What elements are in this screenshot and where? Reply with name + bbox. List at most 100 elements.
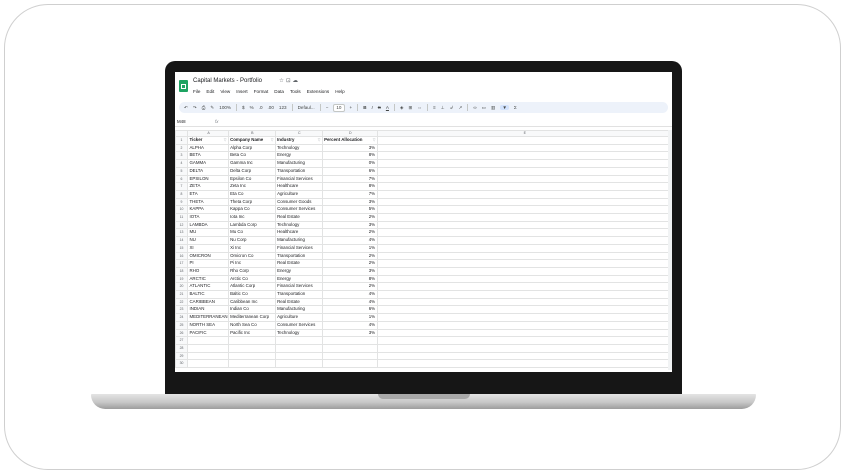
cell[interactable]: Financial Services: [274, 174, 323, 184]
cell[interactable]: Nu Corp: [227, 236, 276, 245]
cell[interactable]: Kappa Co: [227, 205, 276, 215]
cell[interactable]: ALPHA: [187, 143, 229, 153]
menu-view[interactable]: View: [220, 89, 230, 94]
filter-dropdown-icon[interactable]: ▽: [271, 137, 274, 143]
decimal-decrease-button[interactable]: .0: [259, 105, 263, 110]
cell[interactable]: [376, 251, 672, 261]
cell[interactable]: Technology: [274, 143, 323, 153]
cell[interactable]: 3%: [321, 266, 378, 276]
row-number[interactable]: 16: [175, 251, 188, 261]
cell[interactable]: 8%: [321, 274, 378, 284]
row-number[interactable]: 17: [175, 259, 188, 268]
cell[interactable]: [376, 282, 672, 292]
cell[interactable]: IOTA: [187, 213, 229, 222]
cell[interactable]: Real Estate: [274, 259, 323, 268]
menu-extensions[interactable]: Extensions: [307, 89, 329, 94]
fill-color-icon[interactable]: ◈: [400, 105, 404, 111]
row-number[interactable]: 26: [175, 328, 188, 338]
cell[interactable]: [376, 274, 672, 284]
cell[interactable]: [376, 320, 672, 330]
cell[interactable]: [376, 328, 672, 338]
cell[interactable]: 3%: [321, 197, 378, 207]
cell[interactable]: Lambda Corp: [227, 220, 276, 230]
cell[interactable]: Alpha Corp: [227, 143, 276, 153]
cell[interactable]: Iota Inc: [227, 213, 276, 222]
document-title[interactable]: Capital Markets - Portfolio: [193, 78, 262, 84]
cell[interactable]: Pi Inc: [227, 259, 276, 268]
cell[interactable]: [376, 159, 672, 168]
cell[interactable]: NU: [187, 236, 229, 245]
cell[interactable]: [376, 344, 672, 353]
cell[interactable]: THETA: [187, 197, 229, 207]
cell[interactable]: North Sea Co: [227, 320, 276, 330]
sheets-logo-icon[interactable]: [179, 80, 188, 92]
filter-dropdown-icon[interactable]: ▽: [224, 137, 227, 143]
cell[interactable]: BALTIC: [187, 290, 229, 299]
cell[interactable]: Rho Corp: [227, 266, 276, 276]
cell[interactable]: [376, 351, 672, 361]
menu-edit[interactable]: Edit: [206, 89, 214, 94]
cell[interactable]: 1%: [321, 313, 378, 322]
row-number[interactable]: 28: [175, 344, 188, 353]
menu-data[interactable]: Data: [274, 89, 284, 94]
cell[interactable]: 2%: [321, 259, 378, 268]
cell[interactable]: Arctic Co: [227, 274, 276, 284]
row-number[interactable]: 4: [175, 159, 188, 168]
row-number[interactable]: 22: [175, 297, 188, 307]
cell[interactable]: Gamma Inc: [227, 159, 276, 168]
cell[interactable]: 2%: [321, 213, 378, 222]
row-number[interactable]: 25: [175, 320, 188, 330]
cell[interactable]: ZETA: [187, 182, 229, 191]
cell[interactable]: Mu Co: [227, 228, 276, 238]
cell[interactable]: KAPPA: [187, 205, 229, 215]
row-number[interactable]: 10: [175, 205, 188, 215]
cell[interactable]: [376, 182, 672, 191]
zoom-select[interactable]: 100%: [219, 105, 231, 110]
cell[interactable]: Consumer Goods: [274, 197, 323, 207]
cell[interactable]: [376, 243, 672, 253]
print-icon[interactable]: ⎙: [202, 105, 206, 110]
cell[interactable]: Theta Corp: [227, 197, 276, 207]
cell[interactable]: ATLANTIC: [187, 282, 229, 292]
cell[interactable]: 1%: [321, 243, 378, 253]
cell[interactable]: Beta Co: [227, 151, 276, 161]
cell[interactable]: Manufacturing: [274, 159, 323, 168]
cell[interactable]: [376, 189, 672, 199]
cell[interactable]: [376, 143, 672, 153]
number-format-button[interactable]: 123: [279, 105, 287, 110]
cell[interactable]: 4%: [321, 236, 378, 245]
font-size-increase-icon[interactable]: +: [350, 105, 353, 110]
cell[interactable]: Technology: [274, 328, 323, 338]
cell[interactable]: [187, 351, 229, 361]
cell[interactable]: Eta Co: [227, 189, 276, 199]
cell[interactable]: [227, 344, 276, 353]
row-number[interactable]: 3: [175, 151, 188, 161]
cell[interactable]: [376, 359, 672, 369]
cell[interactable]: MU: [187, 228, 229, 238]
cell[interactable]: Percent Allocation ▽: [321, 136, 378, 145]
cell[interactable]: 2%: [321, 282, 378, 292]
cell[interactable]: Consumer Services: [274, 205, 323, 215]
cell[interactable]: [227, 359, 276, 369]
cell[interactable]: [376, 266, 672, 276]
menu-insert[interactable]: Insert: [236, 89, 248, 94]
cell[interactable]: [274, 359, 323, 369]
cell[interactable]: Agriculture: [274, 313, 323, 322]
row-number[interactable]: 18: [175, 266, 188, 276]
cell[interactable]: [376, 236, 672, 245]
row-number[interactable]: 19: [175, 274, 188, 284]
row-number[interactable]: 5: [175, 166, 188, 176]
cell[interactable]: [376, 174, 672, 184]
cell[interactable]: [376, 313, 672, 322]
cell[interactable]: Caribbean Inc: [227, 297, 276, 307]
cell[interactable]: 4%: [321, 320, 378, 330]
cell[interactable]: Manufacturing: [274, 305, 323, 315]
strikethrough-button[interactable]: S: [378, 105, 381, 110]
cell[interactable]: RHO: [187, 266, 229, 276]
filter-dropdown-icon[interactable]: ▽: [318, 137, 321, 143]
cell[interactable]: Baltic Co: [227, 290, 276, 299]
row-number[interactable]: 14: [175, 236, 188, 245]
text-rotation-icon[interactable]: ↗: [459, 105, 463, 111]
filter-icon[interactable]: ▼: [500, 105, 509, 110]
font-size-input[interactable]: 10: [333, 103, 345, 112]
